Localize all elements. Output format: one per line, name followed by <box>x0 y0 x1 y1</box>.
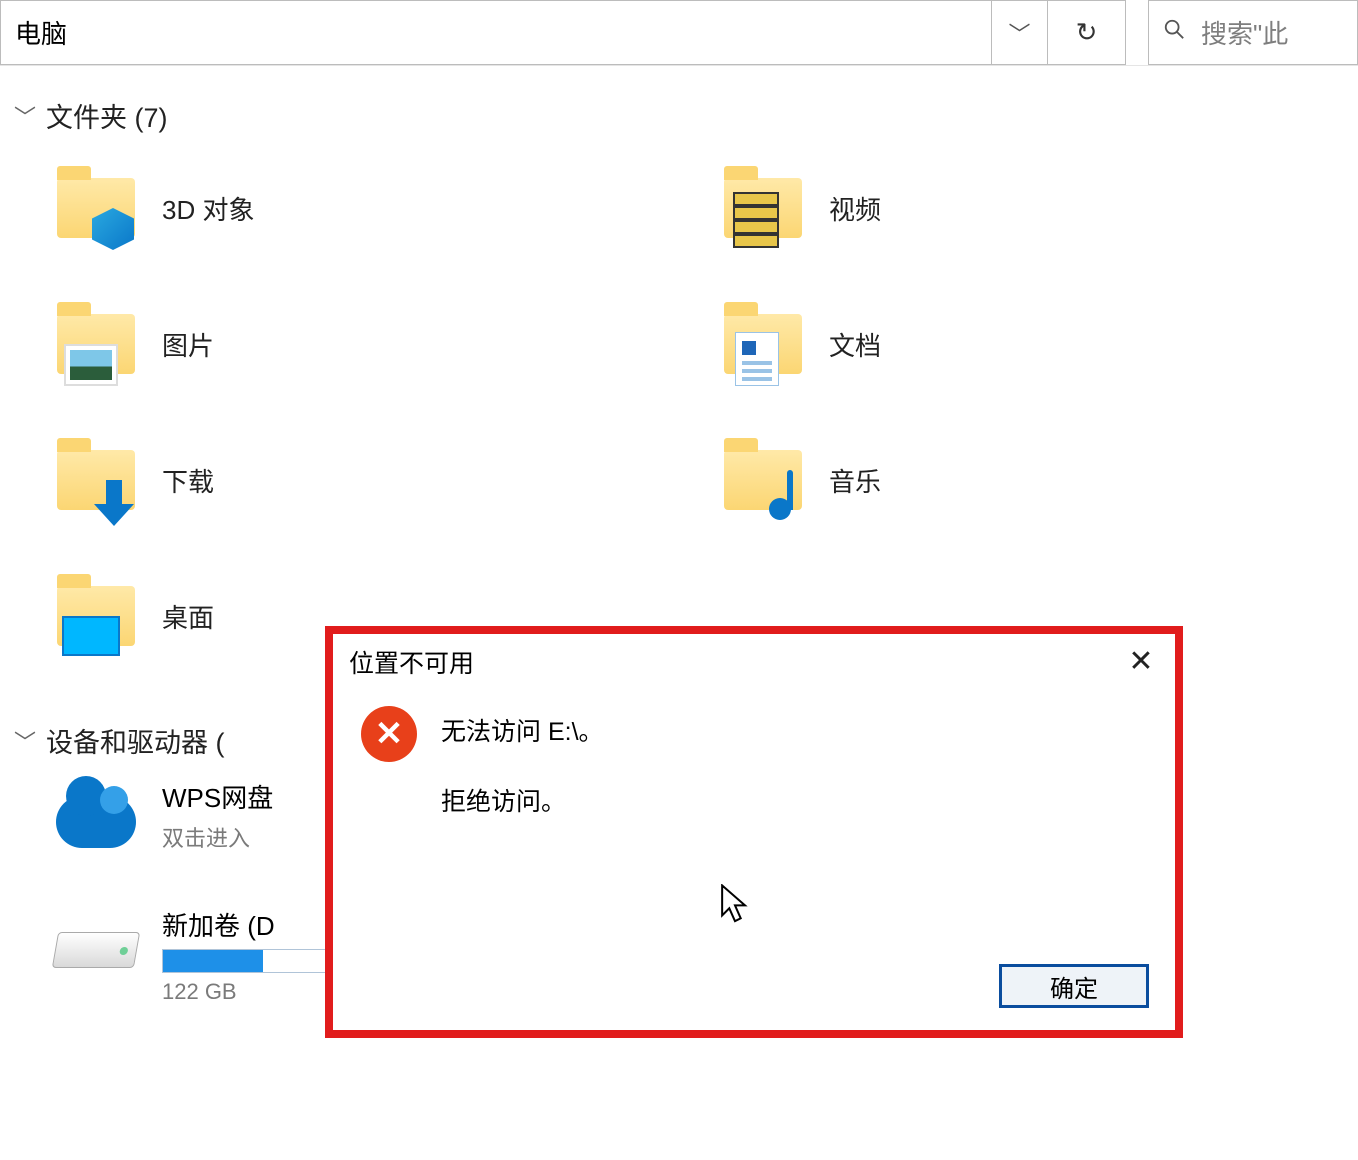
folder-videos[interactable]: 视频 <box>719 153 1346 263</box>
folder-label: 音乐 <box>829 462 881 499</box>
error-dialog: 位置不可用 ✕ ✕ 无法访问 E:\。 拒绝访问。 确定 <box>325 626 1183 1038</box>
error-icon: ✕ <box>361 706 417 762</box>
search-input[interactable]: 搜索"此 <box>1148 0 1358 65</box>
folder-desktop-icon <box>52 572 140 660</box>
chevron-down-icon: ﹀ <box>12 725 38 757</box>
ok-button[interactable]: 确定 <box>999 964 1149 1008</box>
folder-documents-icon <box>719 300 807 388</box>
cloud-drive-icon <box>52 778 140 866</box>
dialog-title: 位置不可用 <box>349 644 474 680</box>
address-toolbar: 电脑 ﹀ ↻ 搜索"此 <box>0 0 1358 66</box>
folder-label: 3D 对象 <box>162 190 254 227</box>
device-subtitle: 双击进入 <box>162 821 273 853</box>
address-path-text: 电脑 <box>15 14 67 51</box>
close-button[interactable]: ✕ <box>1123 647 1159 677</box>
dialog-message-line1: 无法访问 E:\。 <box>441 712 604 748</box>
folders-group-label: 文件夹 (7) <box>46 96 168 135</box>
folder-downloads[interactable]: 下载 <box>52 425 679 535</box>
refresh-button[interactable]: ↻ <box>1048 0 1126 65</box>
dialog-message-line2: 拒绝访问。 <box>441 782 604 818</box>
folder-documents[interactable]: 文档 <box>719 289 1346 399</box>
folder-videos-icon <box>719 164 807 252</box>
device-title: WPS网盘 <box>162 778 273 815</box>
close-icon: ✕ <box>1128 645 1153 678</box>
folder-3d-objects[interactable]: 3D 对象 <box>52 153 679 263</box>
chevron-down-icon: ﹀ <box>12 100 38 132</box>
folder-pictures-icon <box>52 300 140 388</box>
search-placeholder: 搜索"此 <box>1201 14 1288 51</box>
folder-pictures[interactable]: 图片 <box>52 289 679 399</box>
folder-label: 文档 <box>829 326 881 363</box>
folders-grid: 3D 对象 视频 图片 文档 下载 <box>12 153 1346 671</box>
folder-label: 下载 <box>162 462 214 499</box>
folder-music-icon <box>719 436 807 524</box>
dialog-actions: 确定 <box>999 964 1149 1008</box>
folder-label: 视频 <box>829 190 881 227</box>
folders-group-header[interactable]: ﹀ 文件夹 (7) <box>12 96 1346 135</box>
disk-usage-fill <box>163 950 263 972</box>
ok-button-label: 确定 <box>1050 969 1098 1004</box>
folder-label: 图片 <box>162 326 214 363</box>
address-dropdown-button[interactable]: ﹀ <box>992 0 1048 65</box>
folder-label: 桌面 <box>162 598 214 635</box>
dialog-body: ✕ 无法访问 E:\。 拒绝访问。 <box>333 688 1175 818</box>
refresh-icon: ↻ <box>1076 17 1098 48</box>
chevron-down-icon: ﹀ <box>1008 17 1030 49</box>
devices-group-label: 设备和驱动器 ( <box>46 721 225 760</box>
dialog-titlebar: 位置不可用 ✕ <box>333 634 1175 688</box>
search-icon <box>1163 18 1185 47</box>
folder-downloads-icon <box>52 436 140 524</box>
address-path-field[interactable]: 电脑 <box>0 0 992 65</box>
folder-music[interactable]: 音乐 <box>719 425 1346 535</box>
folder-3d-objects-icon <box>52 164 140 252</box>
hard-drive-icon <box>52 906 140 994</box>
